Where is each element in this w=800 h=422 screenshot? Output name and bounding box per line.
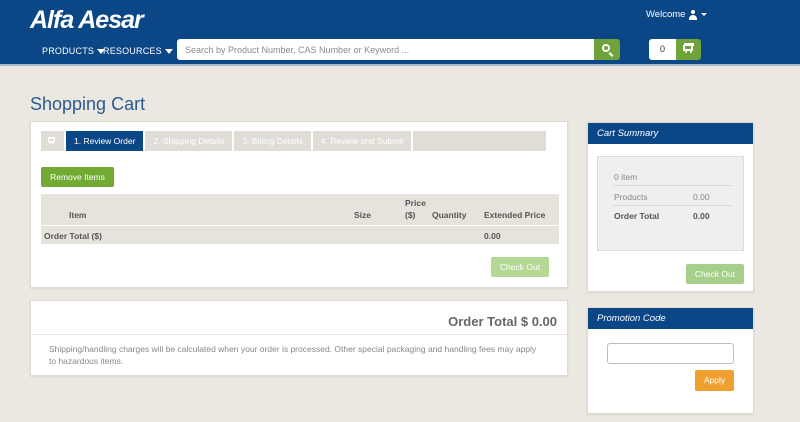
divider — [31, 334, 567, 335]
step-cart[interactable] — [41, 131, 64, 151]
summary-order-total-value: 0.00 — [693, 211, 710, 221]
summary-item-count-row: 0 item — [613, 168, 732, 186]
user-icon — [688, 9, 698, 20]
cart-panel: 1. Review Order 2. Shipping Details 3. B… — [30, 121, 568, 288]
nav-products-label: PRODUCTS — [42, 46, 95, 56]
nav-resources[interactable]: RESOURCES — [103, 46, 173, 56]
search-button[interactable] — [594, 39, 620, 60]
order-total-panel: Order Total $ 0.00 Shipping/handling cha… — [30, 300, 568, 376]
step-review-submit[interactable]: 4. Review and Submit — [312, 131, 412, 151]
column-header-price-line2: ($) — [405, 210, 416, 220]
summary-order-total-label: Order Total — [614, 211, 660, 221]
cart-summary-title: Cart Summary — [588, 123, 753, 144]
site-header: Alfa Aesar Welcome PRODUCTS RESOURCES 0 — [0, 0, 800, 66]
shipping-note: Shipping/handling charges will be calcul… — [49, 344, 537, 366]
step-billing-details[interactable]: 3. Billing Details — [234, 131, 311, 151]
steps-filler — [413, 131, 547, 151]
alfa-aesar-logo[interactable]: Alfa Aesar — [30, 6, 144, 35]
nav-products[interactable]: PRODUCTS — [42, 46, 106, 56]
step-review-order[interactable]: 1. Review Order — [66, 131, 144, 151]
cart-summary-box: 0 item Products 0.00 Order Total 0.00 — [597, 156, 744, 251]
order-total-value: 0.00 — [484, 231, 501, 241]
promotion-code-input[interactable] — [607, 343, 734, 364]
cart-table-header: Item Size Price ($) Quantity Extended Pr… — [41, 194, 559, 225]
search-input[interactable] — [177, 39, 594, 60]
search-bar — [177, 39, 620, 60]
shopping-cart-icon — [48, 137, 55, 144]
order-total-heading: Order Total $ 0.00 — [448, 314, 557, 329]
cart-summary-panel: Cart Summary 0 item Products 0.00 Order … — [587, 122, 754, 292]
step-shipping-details[interactable]: 2. Shipping Details — [145, 131, 233, 151]
summary-products-label: Products — [614, 192, 648, 202]
apply-button[interactable]: Apply — [695, 370, 734, 391]
shopping-cart-icon — [683, 43, 694, 53]
order-total-row: Order Total ($) 0.00 — [41, 226, 559, 244]
column-header-extended-price: Extended Price — [484, 210, 546, 220]
checkout-button[interactable]: Check Out — [491, 257, 549, 277]
summary-item-count: 0 item — [614, 172, 638, 182]
summary-products-value: 0.00 — [693, 192, 710, 202]
remove-items-button[interactable]: Remove Items — [41, 167, 114, 187]
welcome-label: Welcome — [646, 9, 686, 20]
cart-table: Item Size Price ($) Quantity Extended Pr… — [41, 194, 559, 244]
summary-order-total-row: Order Total 0.00 — [613, 207, 732, 225]
nav-resources-label: RESOURCES — [103, 46, 162, 56]
cart-count[interactable]: 0 — [649, 39, 676, 60]
cart-button[interactable] — [676, 39, 701, 60]
column-header-size: Size — [354, 210, 372, 220]
search-icon — [602, 44, 610, 52]
column-header-price-line1: Price — [405, 198, 426, 208]
column-header-item: Item — [69, 210, 87, 220]
promotion-code-title: Promotion Code — [588, 308, 753, 329]
welcome-menu[interactable]: Welcome — [646, 9, 708, 20]
column-header-quantity: Quantity — [432, 210, 467, 220]
checkout-steps: 1. Review Order 2. Shipping Details 3. B… — [41, 131, 547, 151]
chevron-down-icon — [701, 13, 708, 16]
page-title: Shopping Cart — [30, 94, 146, 114]
summary-checkout-button[interactable]: Check Out — [686, 264, 744, 284]
summary-products-row: Products 0.00 — [613, 188, 732, 206]
promotion-code-panel: Promotion Code Apply — [587, 307, 754, 414]
order-total-label: Order Total ($) — [44, 231, 102, 241]
chevron-down-icon — [164, 48, 173, 54]
